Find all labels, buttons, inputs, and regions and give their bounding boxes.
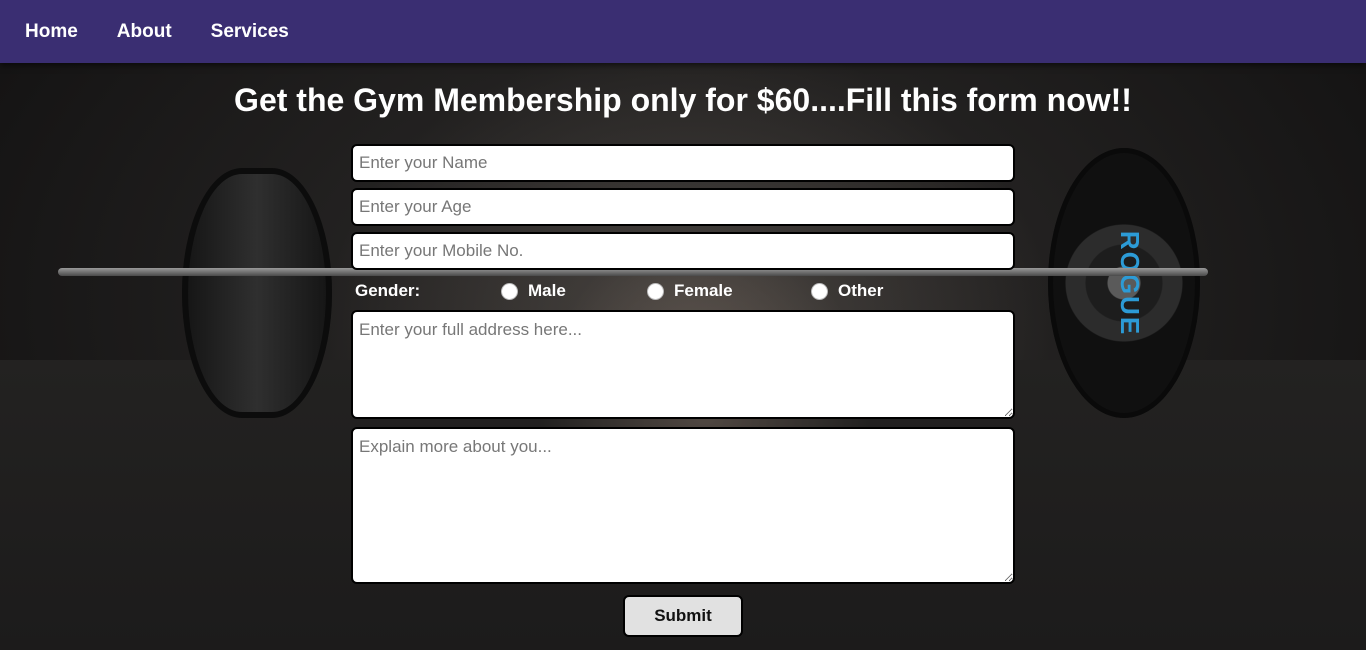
name-input[interactable] (351, 144, 1015, 182)
gender-female-label: Female (674, 281, 733, 300)
nav-services-link[interactable]: Services (211, 21, 289, 43)
gender-male-label: Male (528, 281, 566, 300)
gender-other-label: Other (838, 281, 884, 300)
right-weight-plate: ROGUE (1048, 148, 1200, 418)
gender-male-radio[interactable] (501, 282, 518, 300)
address-textarea[interactable] (351, 310, 1015, 419)
gender-group: Gender: Male Female Other (351, 276, 1015, 306)
nav-about-link[interactable]: About (117, 21, 172, 43)
gender-female-radio[interactable] (647, 282, 664, 300)
gender-option-other[interactable]: Other (811, 281, 883, 301)
gender-option-male[interactable]: Male (501, 281, 647, 301)
membership-form: Gender: Male Female Other (351, 144, 1015, 592)
plate-brand-mark: ROGUE (1114, 230, 1145, 337)
gender-label: Gender: (355, 281, 421, 300)
left-weight-plate (182, 168, 332, 418)
page-heading: Get the Gym Membership only for $60....F… (234, 82, 1132, 118)
about-textarea[interactable] (351, 427, 1015, 584)
age-input[interactable] (351, 188, 1015, 226)
mobile-input[interactable] (351, 232, 1015, 270)
gender-option-female[interactable]: Female (647, 281, 811, 301)
navbar: Home About Services (0, 0, 1366, 63)
nav-home-link[interactable]: Home (25, 21, 78, 43)
submit-button[interactable]: Submit (623, 595, 743, 637)
gender-other-radio[interactable] (811, 282, 828, 300)
